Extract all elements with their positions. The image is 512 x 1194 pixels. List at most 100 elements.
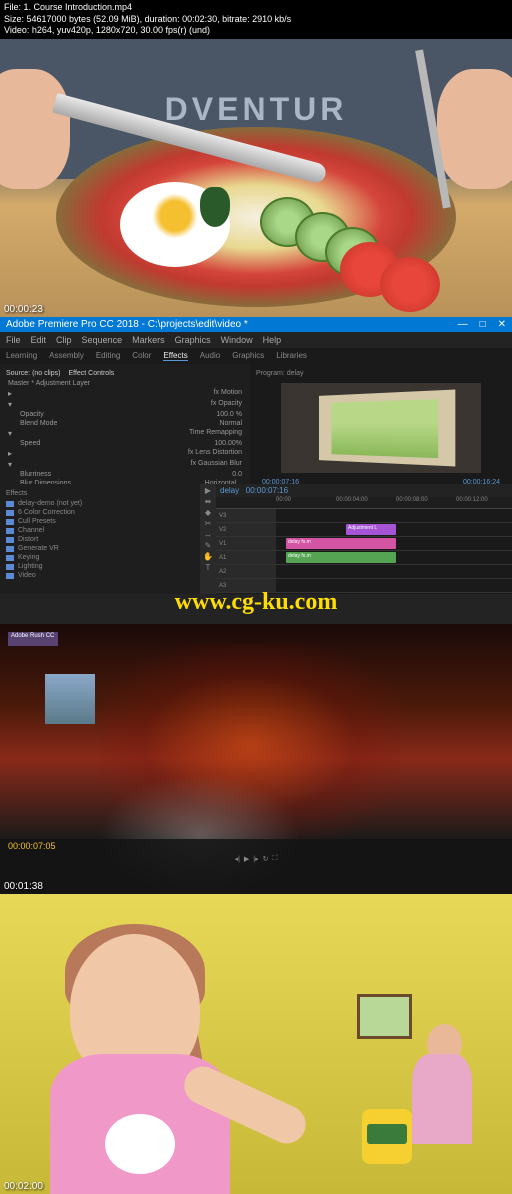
- type-tool-icon[interactable]: T: [206, 563, 211, 572]
- tab-source[interactable]: Source: (no clips): [6, 370, 60, 377]
- preview-frame: [319, 390, 455, 467]
- bin-item[interactable]: Video: [4, 571, 196, 580]
- menu-file[interactable]: File: [6, 335, 21, 345]
- timeline-panel[interactable]: delay 00:00:07:16 00:00 00:00:04:00 00:0…: [216, 484, 512, 594]
- menu-sequence[interactable]: Sequence: [82, 335, 123, 345]
- bin-icon: [6, 510, 14, 516]
- pen-tool-icon[interactable]: ✎: [205, 541, 212, 550]
- clip-video[interactable]: delay fx.m: [286, 538, 396, 549]
- ws-effects[interactable]: Effects: [163, 351, 187, 361]
- tool-palette: ▶ ⬌ ◆ ✂ ↔ ✎ ✋ T: [200, 484, 216, 594]
- paint-label: [367, 1124, 407, 1144]
- tab-effects-browser[interactable]: Effects: [6, 490, 27, 497]
- hand-tool-icon[interactable]: ✋: [203, 552, 213, 561]
- clip-adjustment[interactable]: Adjustment L: [346, 524, 396, 535]
- track-v3[interactable]: V3: [216, 509, 512, 523]
- paint-cup: [362, 1109, 412, 1164]
- selection-tool-icon[interactable]: ▶: [205, 486, 211, 495]
- effect-speed[interactable]: Speed100.00%: [4, 439, 246, 448]
- step-fwd-icon[interactable]: |▸: [253, 855, 258, 863]
- play-icon[interactable]: ▶: [244, 855, 249, 863]
- menu-edit[interactable]: Edit: [31, 335, 47, 345]
- menu-graphics[interactable]: Graphics: [175, 335, 211, 345]
- rush-timecode: 00:00:07:05: [0, 839, 512, 853]
- ws-graphics[interactable]: Graphics: [232, 351, 264, 361]
- effect-blurriness[interactable]: Blurriness0.0: [4, 470, 246, 479]
- hello-kitty-icon: [105, 1114, 175, 1174]
- program-monitor[interactable]: [281, 383, 481, 473]
- project-panel[interactable]: Effects delay-demo (not yet) 6 Color Cor…: [0, 484, 200, 594]
- dill-herb: [200, 187, 230, 227]
- track-a1[interactable]: A1delay fx.m: [216, 551, 512, 565]
- loop-icon[interactable]: ↻: [263, 855, 269, 863]
- ruler-tick: 00:00: [276, 497, 291, 503]
- effect-blend-mode[interactable]: Blend ModeNormal: [4, 419, 246, 428]
- effect-opacity[interactable]: ▾fx Opacity: [4, 399, 246, 410]
- bin-icon: [6, 546, 14, 552]
- step-back-icon[interactable]: ◂|: [235, 855, 240, 863]
- effect-lens-distortion[interactable]: ▸fx Lens Distortion: [4, 448, 246, 459]
- video-frame-fire: Adobe Rush CC 00:00:07:05 ◂| ▶ |▸ ↻ ⛶ 00…: [0, 624, 512, 894]
- bin-item[interactable]: Channel: [4, 526, 196, 535]
- effect-opacity-value[interactable]: Opacity100.0 %: [4, 410, 246, 419]
- program-label: Program: delay: [254, 368, 508, 379]
- maximize-icon[interactable]: □: [480, 319, 486, 330]
- premiere-titlebar[interactable]: Adobe Premiere Pro CC 2018 - C:\projects…: [0, 317, 512, 332]
- shirt-text: DVENTUR: [165, 91, 348, 128]
- watermark-text: www.cg-ku.com: [175, 589, 338, 616]
- foreground-child: [20, 914, 320, 1194]
- hand-left: [0, 69, 70, 189]
- bin-item[interactable]: Lighting: [4, 562, 196, 571]
- file-size-line: Size: 54617000 bytes (52.09 MiB), durati…: [4, 14, 508, 26]
- tomato-slice: [380, 257, 440, 312]
- bin-item[interactable]: Cull Presets: [4, 517, 196, 526]
- ws-audio[interactable]: Audio: [200, 351, 220, 361]
- rush-playback-controls: ◂| ▶ |▸ ↻ ⛶: [0, 853, 512, 865]
- effect-motion[interactable]: ▸fx Motion: [4, 388, 246, 399]
- menu-window[interactable]: Window: [221, 335, 253, 345]
- tab-effect-controls[interactable]: Effect Controls: [68, 370, 114, 377]
- bin-item[interactable]: 6 Color Correction: [4, 508, 196, 517]
- thumbnail-preview[interactable]: [45, 674, 95, 724]
- bin-item[interactable]: Distort: [4, 535, 196, 544]
- bin-item[interactable]: Keying: [4, 553, 196, 562]
- bin-icon: [6, 537, 14, 543]
- ws-libraries[interactable]: Libraries: [276, 351, 307, 361]
- menu-clip[interactable]: Clip: [56, 335, 72, 345]
- effect-time-remap[interactable]: ▾Time Remapping: [4, 428, 246, 439]
- file-name-line: File: 1. Course Introduction.mp4: [4, 2, 508, 14]
- timestamp-overlay: 00:02:00: [4, 1181, 43, 1192]
- ws-color[interactable]: Color: [132, 351, 151, 361]
- track-v1[interactable]: V1delay fx.m: [216, 537, 512, 551]
- razor-tool-icon[interactable]: ✂: [205, 519, 212, 528]
- timeline-ruler[interactable]: 00:00 00:00:04:00 00:00:08:00 00:00:12:0…: [216, 497, 512, 509]
- ripple-tool-icon[interactable]: ◆: [205, 508, 211, 517]
- minimize-icon[interactable]: —: [458, 319, 468, 330]
- rush-timeline[interactable]: 00:00:07:05 ◂| ▶ |▸ ↻ ⛶: [0, 839, 512, 894]
- effect-gaussian-blur[interactable]: ▾fx Gaussian Blur: [4, 459, 246, 470]
- project-tabs: Effects: [4, 488, 196, 499]
- track-v2[interactable]: V2Adjustment L: [216, 523, 512, 537]
- ruler-tick: 00:00:12:00: [456, 497, 488, 503]
- file-info-header: File: 1. Course Introduction.mp4 Size: 5…: [0, 0, 512, 39]
- bin-item[interactable]: delay-demo (not yet): [4, 499, 196, 508]
- track-a2[interactable]: A2: [216, 565, 512, 579]
- easel-painting: [357, 994, 412, 1039]
- timeline-header: delay 00:00:07:16: [216, 484, 512, 497]
- ws-assembly[interactable]: Assembly: [49, 351, 84, 361]
- close-icon[interactable]: ✕: [498, 319, 506, 330]
- window-controls: — □ ✕: [458, 319, 506, 330]
- track-select-tool-icon[interactable]: ⬌: [205, 497, 212, 506]
- app-title: Adobe Premiere Pro CC 2018 - C:\projects…: [6, 319, 248, 330]
- bin-item[interactable]: Generate VR: [4, 544, 196, 553]
- bin-icon: [6, 528, 14, 534]
- ws-editing[interactable]: Editing: [96, 351, 120, 361]
- effect-controls-panel[interactable]: Source: (no clips) Effect Controls Maste…: [0, 364, 250, 484]
- clip-audio[interactable]: delay fx.m: [286, 552, 396, 563]
- ruler-tick: 00:00:08:00: [396, 497, 428, 503]
- fullscreen-icon[interactable]: ⛶: [273, 855, 278, 863]
- menu-help[interactable]: Help: [263, 335, 282, 345]
- slip-tool-icon[interactable]: ↔: [204, 530, 212, 539]
- menu-markers[interactable]: Markers: [132, 335, 165, 345]
- ws-learning[interactable]: Learning: [6, 351, 37, 361]
